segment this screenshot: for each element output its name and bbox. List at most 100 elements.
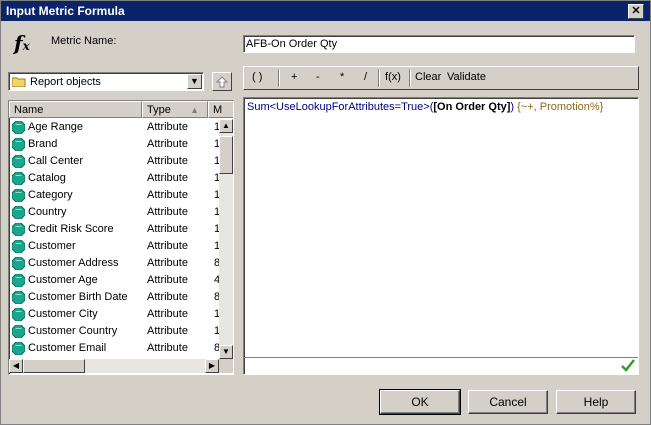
list-item[interactable]: Customer Country Attribute 1 [9, 323, 220, 340]
item-type: Attribute [147, 223, 188, 235]
item-type: Attribute [147, 342, 188, 354]
object-rows: Age Range Attribute 1 Brand Attribute 1 Call C… [9, 119, 220, 359]
list-item[interactable]: Customer Address Attribute 8 [9, 255, 220, 272]
item-name: Age Range [28, 121, 84, 133]
scroll-corner [219, 359, 233, 373]
item-type: Attribute [147, 308, 188, 320]
attribute-icon [11, 137, 26, 152]
scroll-right-icon[interactable]: ▶ [205, 359, 219, 373]
list-item[interactable]: Brand Attribute 1 [9, 136, 220, 153]
sort-arrow-icon: ▲ [190, 105, 199, 115]
multiply-button[interactable]: * [340, 71, 344, 83]
item-name: Catalog [28, 172, 66, 184]
list-item[interactable]: Category Attribute 1 [9, 187, 220, 204]
item-type: Attribute [147, 172, 188, 184]
item-name: Customer Age [28, 274, 98, 286]
attribute-icon [11, 171, 26, 186]
object-list[interactable]: Name Type ▲ M Age Range Attribute 1 Brand At… [8, 100, 234, 375]
object-source-dropdown[interactable]: Report objects ▼ [8, 72, 204, 91]
list-item[interactable]: Call Center Attribute 1 [9, 153, 220, 170]
attribute-icon [11, 188, 26, 203]
metric-name-input[interactable] [243, 35, 635, 53]
up-folder-button[interactable] [212, 72, 232, 91]
attribute-icon [11, 273, 26, 288]
attribute-icon [11, 239, 26, 254]
item-type: Attribute [147, 138, 188, 150]
function-icon: fx [14, 31, 30, 55]
attribute-icon [11, 290, 26, 305]
toolbar-separator [409, 69, 411, 87]
folder-icon [11, 76, 26, 88]
attribute-icon [11, 154, 26, 169]
help-button[interactable]: Help [556, 390, 636, 414]
list-item[interactable]: Customer City Attribute 1 [9, 306, 220, 323]
formula-function: Sum<UseLookupForAttributes=True>( [247, 101, 434, 113]
item-name: Customer Email [28, 342, 107, 354]
hscroll-thumb[interactable] [23, 359, 85, 373]
item-type: Attribute [147, 240, 188, 252]
title-bar: Input Metric Formula ✕ [1, 1, 650, 21]
minus-button[interactable]: - [316, 71, 320, 83]
function-button[interactable]: f(x) [385, 71, 401, 83]
item-name: Credit Risk Score [28, 223, 114, 235]
cancel-button[interactable]: Cancel [468, 390, 548, 414]
column-header-type[interactable]: Type ▲ [142, 101, 208, 118]
item-name: Customer Country [28, 325, 118, 337]
item-type: Attribute [147, 189, 188, 201]
status-divider [244, 357, 638, 358]
list-item[interactable]: Age Range Attribute 1 [9, 119, 220, 136]
scroll-up-icon[interactable]: ▲ [219, 119, 233, 133]
item-name: Category [28, 189, 73, 201]
item-name: Brand [28, 138, 58, 150]
list-item[interactable]: Customer Attribute 1 [9, 238, 220, 255]
scroll-thumb[interactable] [219, 136, 233, 174]
parentheses-button[interactable]: ( ) [252, 71, 262, 83]
attribute-icon [11, 205, 26, 220]
divide-button[interactable]: / [364, 71, 367, 83]
item-type: Attribute [147, 291, 188, 303]
dropdown-value: Report objects [30, 76, 101, 88]
chevron-down-icon[interactable]: ▼ [187, 74, 202, 89]
list-item[interactable]: Country Attribute 1 [9, 204, 220, 221]
item-type: Attribute [147, 206, 188, 218]
column-header-name[interactable]: Name [9, 101, 142, 118]
item-type: Attribute [147, 155, 188, 167]
list-item[interactable]: Credit Risk Score Attribute 1 [9, 221, 220, 238]
formula-text[interactable]: Sum<UseLookupForAttributes=True>([On Ord… [247, 101, 603, 113]
attribute-icon [11, 341, 26, 356]
scroll-down-icon[interactable]: ▼ [219, 345, 233, 359]
attribute-icon [11, 222, 26, 237]
toolbar-separator [378, 69, 380, 87]
formula-level: {~+, Promotion%} [514, 101, 604, 113]
up-arrow-icon [216, 76, 229, 88]
horizontal-scrollbar[interactable]: ◀ ▶ [9, 359, 219, 373]
formula-metric: [On Order Qty] [433, 101, 511, 113]
attribute-icon [11, 324, 26, 339]
dialog-title: Input Metric Formula [6, 4, 125, 18]
item-name: Customer City [28, 308, 98, 320]
clear-button[interactable]: Clear [415, 71, 441, 83]
item-type: Attribute [147, 274, 188, 286]
item-name: Customer [28, 240, 76, 252]
list-item[interactable]: Catalog Attribute 1 [9, 170, 220, 187]
list-item[interactable]: Customer Email Attribute 8 [9, 340, 220, 357]
list-item[interactable]: Customer Birth Date Attribute 8 [9, 289, 220, 306]
toolbar-separator [278, 69, 280, 87]
formula-editor[interactable]: Sum<UseLookupForAttributes=True>([On Ord… [243, 97, 639, 375]
item-name: Customer Birth Date [28, 291, 128, 303]
item-type: Attribute [147, 121, 188, 133]
vertical-scrollbar[interactable]: ▲ ▼ [219, 119, 233, 359]
item-name: Country [28, 206, 67, 218]
item-name: Call Center [28, 155, 84, 167]
list-item[interactable]: Customer Age Attribute 4 [9, 272, 220, 289]
ok-button[interactable]: OK [379, 389, 461, 415]
attribute-icon [11, 120, 26, 135]
item-type: Attribute [147, 325, 188, 337]
attribute-icon [11, 256, 26, 271]
plus-button[interactable]: + [291, 71, 297, 83]
column-header-m[interactable]: M [208, 101, 233, 118]
item-type: Attribute [147, 257, 188, 269]
scroll-left-icon[interactable]: ◀ [9, 359, 23, 373]
validate-button[interactable]: Validate [447, 71, 486, 83]
close-button[interactable]: ✕ [628, 4, 644, 19]
